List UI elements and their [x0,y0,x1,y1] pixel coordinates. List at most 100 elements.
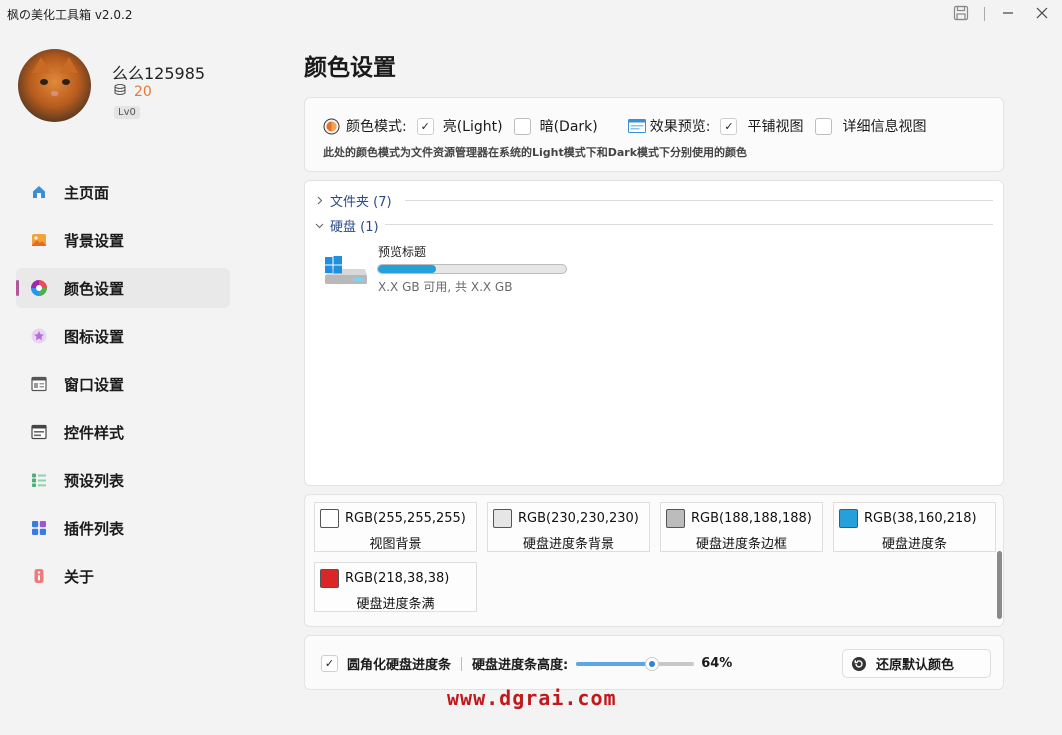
coin-row: 20 [113,83,152,101]
swatch-header: RGB(188,188,188) [666,509,812,528]
swatch-color-box [320,569,339,588]
window-title: 枫の美化工具箱 v2.0.2 [7,8,133,22]
detail-view-checkbox[interactable] [815,117,833,135]
sidebar-item-label: 关于 [64,567,95,586]
avatar-ear-left [32,57,50,73]
chevron-down-icon [315,221,324,230]
level-badge: Lv0 [114,106,140,119]
swatch-color-box [320,509,339,528]
palette-icon [30,279,48,297]
swatch-rgb: RGB(230,230,230) [518,511,639,526]
swatch-progress-fill[interactable]: RGB(38,160,218) 硬盘进度条 [833,502,996,552]
progress-options-row: ✓ 圆角化硬盘进度条 硬盘进度条高度: 64% [321,654,732,673]
swatch-label: 硬盘进度条背景 [522,537,614,552]
folder-group-header[interactable]: 文件夹 (7) [315,191,392,210]
dark-checkbox[interactable] [513,117,531,135]
color-swatch-panel: RGB(255,255,255) 视图背景 RGB(230,230,230) 硬… [304,494,1004,627]
swatch-progress-full[interactable]: RGB(218,38,38) 硬盘进度条满 [314,562,477,612]
swatch-color-box [666,509,685,528]
sidebar-item-icons[interactable]: 图标设置 [16,316,230,356]
detail-view-label: 详细信息视图 [842,119,927,135]
progress-height-value: 64% [701,656,733,671]
tile-view-label: 平铺视图 [747,119,804,135]
username: 么么125985 [112,64,206,83]
avatar-eye-right [62,79,70,85]
sidebar-item-label: 控件样式 [64,423,125,442]
sidebar-item-label: 图标设置 [64,327,125,346]
sidebar-item-label: 插件列表 [64,519,125,538]
folder-group-label: 文件夹 (7) [330,195,392,210]
color-mode-label: 颜色模式: [346,119,407,135]
dark-label: 暗(Dark) [539,119,598,135]
sidebar-item-about[interactable]: 关于 [16,556,230,596]
sidebar-item-label: 窗口设置 [64,375,125,394]
avatar[interactable] [18,49,91,122]
slider-thumb[interactable] [644,656,659,671]
sidebar-item-plugins[interactable]: 插件列表 [16,508,230,548]
progress-height-label: 硬盘进度条高度: [472,658,569,673]
coin-icon [113,83,127,101]
star-icon [30,327,48,345]
preview-label: 效果预览: [649,119,711,135]
swatch-label: 视图背景 [369,537,422,552]
restore-icon [851,656,867,672]
drive-progress-bar [377,264,567,274]
color-mode-row: 颜色模式: ✓ 亮(Light) 暗(Dark) 效果预览: ✓ 平铺视图 详细… [323,116,926,136]
page-title: 颜色设置 [304,55,396,81]
titlebar-divider [984,7,985,21]
tile-view-checkbox[interactable]: ✓ [720,117,738,135]
sidebar-item-label: 颜色设置 [64,279,125,298]
swatch-header: RGB(255,255,255) [320,509,466,528]
swatch-header: RGB(218,38,38) [320,569,449,588]
sidebar-item-window[interactable]: 窗口设置 [16,364,230,404]
rounded-progress-label: 圆角化硬盘进度条 [347,658,452,673]
list-icon [30,471,48,489]
sidebar-item-home[interactable]: 主页面 [16,172,230,212]
swatch-view-background[interactable]: RGB(255,255,255) 视图背景 [314,502,477,552]
sidebar-item-color[interactable]: 颜色设置 [16,268,230,308]
progress-height-slider[interactable] [576,656,695,672]
preview-icon [627,119,646,133]
swatch-rgb: RGB(218,38,38) [345,571,450,586]
disk-group-header[interactable]: 硬盘 (1) [315,216,379,235]
sidebar-item-presets[interactable]: 预设列表 [16,460,230,500]
swatch-scrollbar[interactable] [997,551,1002,619]
plugin-icon [30,519,48,537]
title-bar: 枫の美化工具箱 v2.0.2 [0,0,1062,28]
close-icon[interactable] [1027,2,1057,24]
coin-count: 20 [134,84,152,100]
swatch-label: 硬盘进度条满 [356,597,435,612]
swatch-color-box [493,509,512,528]
sidebar-item-label: 主页面 [64,183,110,202]
save-icon[interactable] [946,2,976,24]
rounded-progress-checkbox[interactable]: ✓ [321,655,338,672]
drive-title: 预览标题 [378,245,427,259]
color-mode-icon [323,118,340,135]
drive-progress-fill [378,265,437,273]
drive-capacity-text: X.X GB 可用, 共 X.X GB [378,280,513,294]
avatar-nose [51,91,58,96]
light-checkbox[interactable]: ✓ [416,117,434,135]
swatch-label: 硬盘进度条边框 [695,537,787,552]
sidebar-item-label: 预设列表 [64,471,125,490]
sidebar-item-background[interactable]: 背景设置 [16,220,230,260]
swatch-rgb: RGB(188,188,188) [691,511,812,526]
restore-default-label: 还原默认颜色 [876,658,955,673]
swatch-rgb: RGB(38,160,218) [864,511,977,526]
preview-pane: 文件夹 (7) 硬盘 (1) 预览标题 X.X GB 可用, 共 X.X GB [304,180,1004,486]
disk-group-divider [385,224,993,225]
progress-options-card: ✓ 圆角化硬盘进度条 硬盘进度条高度: 64% 还原默认颜色 [304,635,1004,690]
swatch-color-box [839,509,858,528]
swatch-label: 硬盘进度条 [881,537,947,552]
swatch-progress-border[interactable]: RGB(188,188,188) 硬盘进度条边框 [660,502,823,552]
color-mode-card: 颜色模式: ✓ 亮(Light) 暗(Dark) 效果预览: ✓ 平铺视图 详细… [304,97,1004,172]
home-icon [30,183,48,201]
swatch-header: RGB(38,160,218) [839,509,977,528]
watermark-text: www.dgrai.com [447,686,617,710]
sidebar-nav: 主页面 背景设置 颜色设置 图标设置 窗口设置 控件样式 预设列表 插件列表 关… [16,172,230,604]
swatch-progress-background[interactable]: RGB(230,230,230) 硬盘进度条背景 [487,502,650,552]
restore-default-button[interactable]: 还原默认颜色 [842,649,991,678]
sidebar-item-controls[interactable]: 控件样式 [16,412,230,452]
drive-icon [323,253,369,289]
minimize-icon[interactable] [993,2,1023,24]
